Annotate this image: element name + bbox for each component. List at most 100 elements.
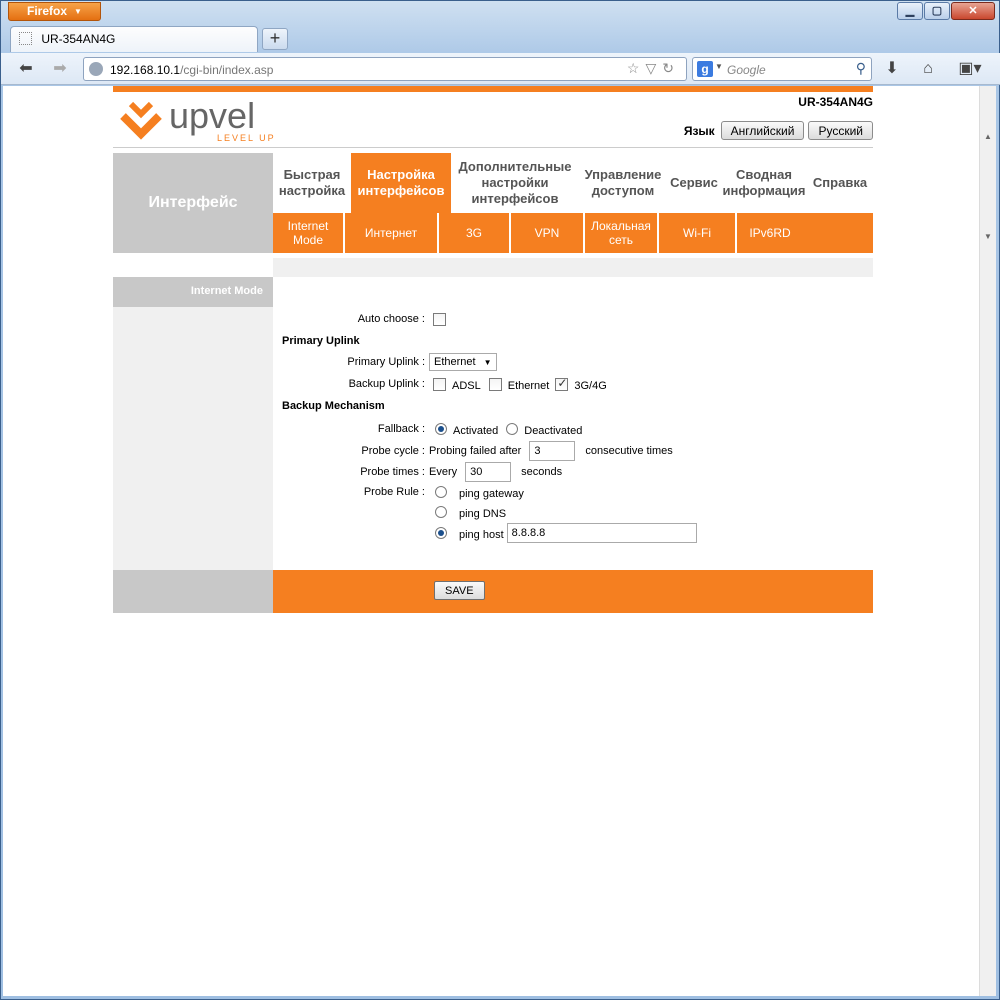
- page-favicon-icon: [19, 32, 32, 45]
- rule-host-input[interactable]: [506, 523, 697, 543]
- main-menu-access-management[interactable]: Управление доступом: [579, 153, 667, 213]
- scroll-down-icon[interactable]: ▼: [984, 232, 992, 241]
- address-bar[interactable]: 192.168.10.1/cgi-bin/index.asp ☆▽↻: [83, 57, 687, 81]
- logo-tagline: LEVEL UP: [217, 133, 276, 143]
- probe-rule-gateway-row: Probe Rule : ping gateway: [273, 482, 524, 502]
- search-icon[interactable]: ⚲: [856, 60, 866, 77]
- url-actions: ☆▽↻: [627, 60, 680, 77]
- search-bar[interactable]: g ▼ Google ⚲: [692, 57, 872, 81]
- sub-menu-vpn[interactable]: VPN: [511, 213, 585, 253]
- browser-tab[interactable]: UR-354AN4G: [10, 26, 258, 52]
- sub-menu-internet-mode[interactable]: Internet Mode: [273, 213, 345, 253]
- save-button[interactable]: SAVE: [434, 581, 485, 600]
- maximize-icon[interactable]: ▢: [924, 2, 950, 20]
- history-dropdown-icon[interactable]: ▽: [645, 60, 662, 76]
- main-menu-help[interactable]: Справка: [807, 153, 873, 213]
- download-icon[interactable]: ⬇: [881, 58, 903, 80]
- main-menu: Быстрая настройка Настройка интерфейсов До…: [273, 153, 873, 213]
- primary-uplink-select[interactable]: Ethernet ▼: [429, 353, 497, 371]
- rule-host-radio[interactable]: [435, 527, 447, 539]
- scroll-up-icon[interactable]: ▲: [984, 132, 992, 141]
- tab-bar: UR-354AN4G +: [1, 23, 1000, 53]
- rule-gateway-radio[interactable]: [435, 486, 447, 498]
- fallback-deactivated-radio[interactable]: [506, 423, 519, 435]
- probe-cycle-row: Probe cycle : Probing failed after conse…: [273, 441, 673, 461]
- probe-times-label: Probe times :: [360, 466, 425, 478]
- forward-arrow-icon[interactable]: ➡: [49, 58, 71, 80]
- main-menu-status[interactable]: Сводная информация: [721, 153, 807, 213]
- fallback-activated-label: Activated: [453, 425, 499, 437]
- russian-language-button[interactable]: Русский: [808, 121, 873, 140]
- section-label: Internet Mode: [113, 277, 273, 307]
- primary-uplink-label: Primary Uplink :: [347, 356, 425, 368]
- backup-adsl-label: ADSL: [452, 380, 481, 392]
- backup-3g4g-label: 3G/4G: [574, 380, 607, 392]
- internet-mode-form: Auto choose : Primary Uplink Primary Upl…: [273, 277, 873, 570]
- auto-choose-checkbox[interactable]: [433, 312, 446, 326]
- fallback-label: Fallback :: [377, 423, 425, 435]
- dropdown-arrow-icon: ▼: [74, 7, 82, 16]
- vertical-scrollbar[interactable]: ▲ ▼: [979, 86, 996, 996]
- language-selector: Язык Английский Русский: [684, 121, 873, 140]
- backup-adsl-checkbox[interactable]: [433, 377, 446, 391]
- sub-menu-ipv6rd[interactable]: IPv6RD: [737, 213, 803, 253]
- main-menu-advanced-setup[interactable]: Дополнительные настройки интерфейсов: [451, 153, 579, 213]
- search-placeholder: Google: [727, 63, 766, 77]
- auto-choose-label: Auto choose :: [357, 313, 425, 325]
- minimize-icon[interactable]: ▁: [897, 2, 923, 20]
- probe-times-row: Probe times : Every seconds: [273, 462, 562, 482]
- form-footer: SAVE: [113, 570, 873, 613]
- firefox-menu-button[interactable]: Firefox ▼: [8, 2, 101, 21]
- backup-ethernet-label: Ethernet: [507, 380, 550, 392]
- language-label: Язык: [683, 123, 715, 138]
- fallback-activated-radio[interactable]: [435, 423, 447, 435]
- backup-ethernet-checkbox[interactable]: [488, 377, 502, 391]
- rule-gateway-label: ping gateway: [459, 488, 524, 500]
- site-identity-icon[interactable]: [89, 62, 103, 76]
- probe-times-input[interactable]: [465, 462, 512, 482]
- rule-dns-label: ping DNS: [459, 508, 507, 520]
- sub-menu-wifi[interactable]: Wi-Fi: [659, 213, 737, 253]
- section-side-title: Интерфейс: [113, 153, 273, 253]
- auto-choose-row: Auto choose :: [273, 309, 446, 329]
- main-menu-interface-setup[interactable]: Настройка интерфейсов: [351, 153, 451, 213]
- browser-window: Firefox ▼ ▁ ▢ ✕ UR-354AN4G + ⬅ ➡ 192.168…: [0, 0, 1000, 1000]
- select-caret-icon: ▼: [483, 357, 492, 367]
- page-header: upvel LEVEL UP UR-354AN4G Язык Английски…: [113, 92, 873, 147]
- menu-area: Интерфейс Быстрая настройка Настройка инте…: [113, 148, 873, 253]
- home-icon[interactable]: ⌂: [917, 58, 939, 80]
- backup-3g4g-checkbox[interactable]: [555, 376, 569, 391]
- sub-menu-3g[interactable]: 3G: [439, 213, 511, 253]
- sub-menu-internet[interactable]: Интернет: [345, 213, 439, 253]
- new-tab-button[interactable]: +: [262, 28, 288, 50]
- sub-menu-lan[interactable]: Локальная сеть: [585, 213, 659, 253]
- probe-cycle-input[interactable]: [529, 441, 576, 461]
- fallback-row: Fallback : Activated Deactivated: [273, 419, 582, 439]
- bookmark-star-icon[interactable]: ☆: [627, 60, 646, 76]
- google-engine-icon[interactable]: g: [697, 61, 713, 77]
- url-host: 192.168.10.1: [110, 63, 181, 77]
- probe-cycle-label: Probe cycle :: [361, 445, 425, 457]
- rule-dns-radio[interactable]: [435, 506, 447, 518]
- backup-uplink-label: Backup Uplink :: [348, 378, 425, 390]
- firefox-menu-label: Firefox: [27, 4, 68, 18]
- tab-title: UR-354AN4G: [41, 32, 116, 46]
- left-column: Internet Mode: [113, 277, 273, 570]
- page-viewport: upvel LEVEL UP UR-354AN4G Язык Английски…: [3, 86, 979, 996]
- bookmarks-menu-icon[interactable]: ▣▾: [954, 58, 986, 80]
- engine-dropdown-icon[interactable]: ▼: [715, 62, 723, 71]
- sub-menu: Internet Mode Интернет 3G VPN Локальная се…: [273, 213, 873, 253]
- back-arrow-icon[interactable]: ⬅: [15, 58, 37, 80]
- probe-rule-dns-row: ping DNS: [273, 502, 506, 522]
- main-menu-service[interactable]: Сервис: [667, 153, 721, 213]
- primary-uplink-value: Ethernet: [434, 356, 476, 368]
- router-page: upvel LEVEL UP UR-354AN4G Язык Английски…: [113, 86, 873, 613]
- close-icon[interactable]: ✕: [951, 2, 995, 20]
- rule-host-label: ping host: [459, 529, 504, 541]
- main-menu-quick-setup[interactable]: Быстрая настройка: [273, 153, 351, 213]
- probe-rule-label: Probe Rule :: [363, 486, 425, 498]
- english-language-button[interactable]: Английский: [720, 121, 805, 140]
- reload-icon[interactable]: ↻: [662, 60, 680, 76]
- backup-mechanism-heading: Backup Mechanism: [282, 400, 385, 412]
- url-text: 192.168.10.1/cgi-bin/index.asp: [110, 63, 273, 77]
